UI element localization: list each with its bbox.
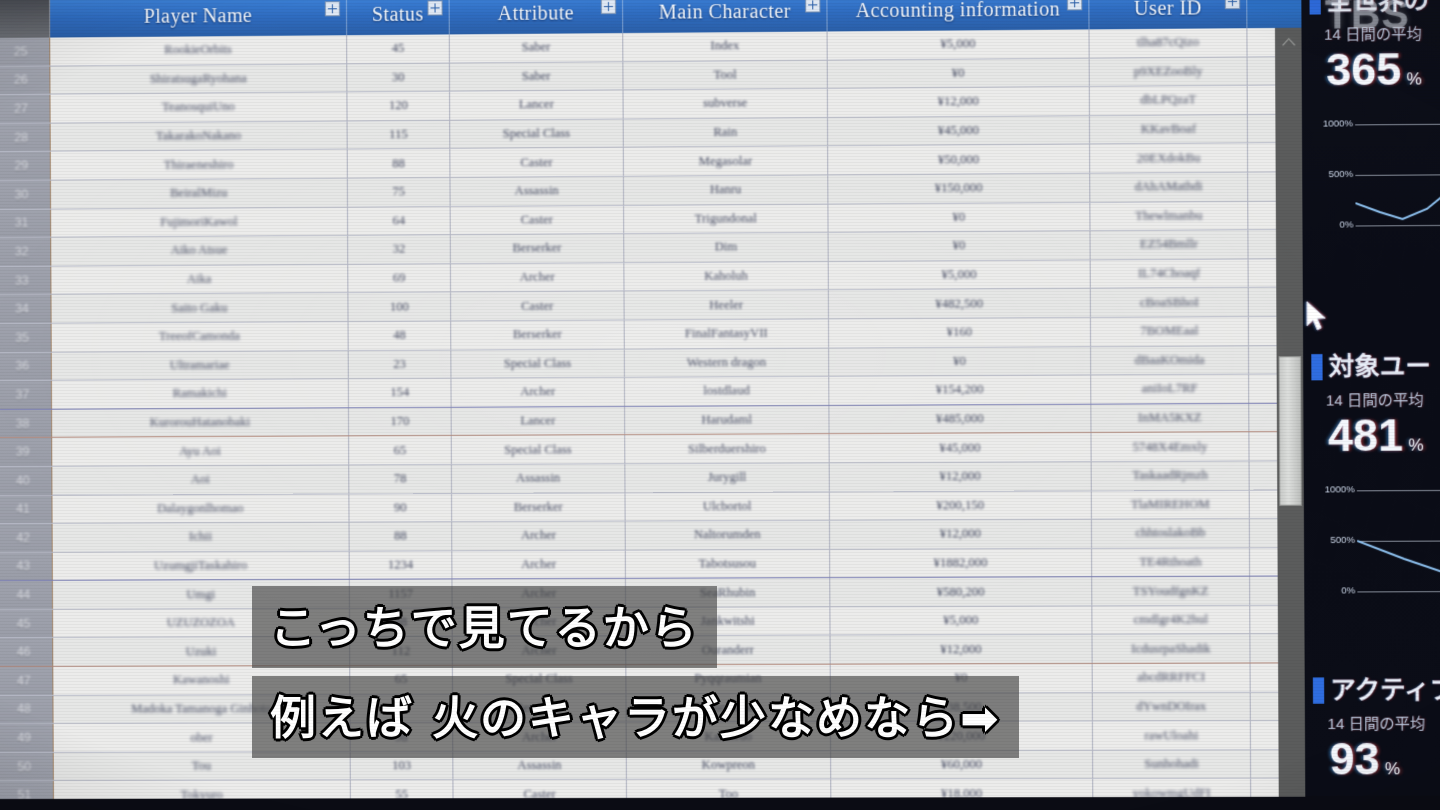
subtitle-layer: こっちで見てるから 例えば 火のキャラが少なめなら➡ bbox=[0, 0, 1440, 810]
tv-screen-capture: Player Name Status Attribute Main Charac… bbox=[0, 0, 1440, 810]
subtitle-line-1: こっちで見てるから bbox=[252, 586, 717, 668]
subtitle-line-2: 例えば 火のキャラが少なめなら➡ bbox=[252, 676, 1019, 758]
